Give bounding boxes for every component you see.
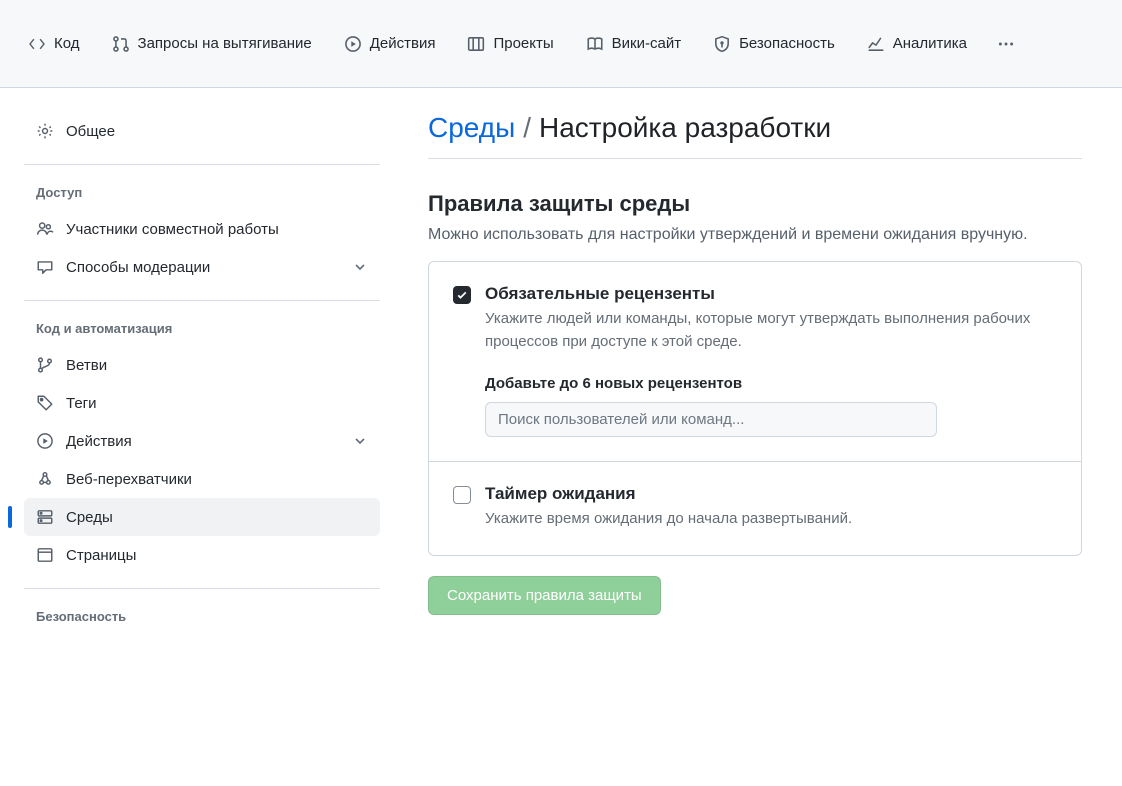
- chevron-down-icon: [352, 259, 368, 275]
- server-icon: [36, 508, 54, 526]
- protection-rules-desc: Можно использовать для настройки утвержд…: [428, 223, 1082, 247]
- sidebar-item-label: Страницы: [66, 547, 136, 564]
- comment-icon: [36, 258, 54, 276]
- tab-wiki-label: Вики-сайт: [612, 35, 681, 52]
- reviewers-search-input[interactable]: [485, 402, 937, 437]
- sidebar-item-label: Способы модерации: [66, 259, 210, 276]
- tab-projects[interactable]: Проекты: [455, 27, 565, 61]
- sidebar-group-code: Код и автоматизация: [24, 313, 380, 346]
- sidebar-item-environments[interactable]: Среды: [24, 498, 380, 536]
- git-pull-request-icon: [112, 35, 130, 53]
- page-heading: Среды / Настройка разработки: [428, 112, 1082, 159]
- wait-timer-checkbox[interactable]: [453, 486, 471, 504]
- breadcrumb-environments[interactable]: Среды: [428, 112, 515, 144]
- wait-timer-title: Таймер ожидания: [485, 484, 1057, 504]
- settings-sidebar: Общее Доступ Участники совместной работы…: [0, 88, 396, 658]
- sidebar-item-general[interactable]: Общее: [24, 112, 380, 150]
- sidebar-item-tags[interactable]: Теги: [24, 384, 380, 422]
- tab-actions[interactable]: Действия: [332, 27, 448, 61]
- breadcrumb-current: Настройка разработки: [539, 112, 831, 144]
- sidebar-group-security: Безопасность: [24, 601, 380, 634]
- required-reviewers-desc: Укажите людей или команды, которые могут…: [485, 308, 1057, 353]
- wait-timer-desc: Укажите время ожидания до начала разверт…: [485, 508, 1057, 531]
- tab-security-label: Безопасность: [739, 35, 835, 52]
- required-reviewers-block: Обязательные рецензенты Укажите людей ил…: [429, 262, 1081, 461]
- project-icon: [467, 35, 485, 53]
- tab-code[interactable]: Код: [16, 27, 92, 61]
- play-circle-icon: [36, 432, 54, 450]
- sidebar-group-access: Доступ: [24, 177, 380, 210]
- webhook-icon: [36, 470, 54, 488]
- protection-panel: Обязательные рецензенты Укажите людей ил…: [428, 261, 1082, 556]
- tab-insights[interactable]: Аналитика: [855, 27, 979, 61]
- shield-icon: [713, 35, 731, 53]
- sidebar-item-branches[interactable]: Ветви: [24, 346, 380, 384]
- play-circle-icon: [344, 35, 362, 53]
- people-icon: [36, 220, 54, 238]
- sidebar-item-webhooks[interactable]: Веб-перехватчики: [24, 460, 380, 498]
- sidebar-item-label: Теги: [66, 395, 97, 412]
- book-icon: [586, 35, 604, 53]
- wait-timer-block: Таймер ожидания Укажите время ожидания д…: [429, 462, 1081, 555]
- tab-insights-label: Аналитика: [893, 35, 967, 52]
- gear-icon: [36, 122, 54, 140]
- tag-icon: [36, 394, 54, 412]
- tab-pull-requests-label: Запросы на вытягивание: [138, 35, 312, 52]
- divider: [24, 164, 380, 165]
- chevron-down-icon: [352, 433, 368, 449]
- tab-projects-label: Проекты: [493, 35, 553, 52]
- tab-code-label: Код: [54, 35, 80, 52]
- protection-rules-title: Правила защиты среды: [428, 191, 1082, 217]
- divider: [24, 300, 380, 301]
- divider: [24, 588, 380, 589]
- required-reviewers-title: Обязательные рецензенты: [485, 284, 1057, 304]
- add-reviewers-label: Добавьте до 6 новых рецензентов: [485, 375, 1057, 392]
- tab-wiki[interactable]: Вики-сайт: [574, 27, 693, 61]
- sidebar-item-moderation[interactable]: Способы модерации: [24, 248, 380, 286]
- sidebar-item-label: Среды: [66, 509, 113, 526]
- graph-icon: [867, 35, 885, 53]
- main-content: Среды / Настройка разработки Правила защ…: [396, 88, 1122, 658]
- kebab-icon: [997, 35, 1015, 53]
- code-icon: [28, 35, 46, 53]
- tab-security[interactable]: Безопасность: [701, 27, 847, 61]
- tab-actions-label: Действия: [370, 35, 436, 52]
- required-reviewers-checkbox[interactable]: [453, 286, 471, 304]
- sidebar-item-collaborators[interactable]: Участники совместной работы: [24, 210, 380, 248]
- tab-more[interactable]: [987, 27, 1025, 61]
- sidebar-item-actions[interactable]: Действия: [24, 422, 380, 460]
- sidebar-item-label: Действия: [66, 433, 132, 450]
- sidebar-item-label: Ветви: [66, 357, 107, 374]
- browser-icon: [36, 546, 54, 564]
- sidebar-item-label: Общее: [66, 123, 115, 140]
- sidebar-item-label: Участники совместной работы: [66, 221, 279, 238]
- save-protection-rules-button[interactable]: Сохранить правила защиты: [428, 576, 661, 615]
- tab-pull-requests[interactable]: Запросы на вытягивание: [100, 27, 324, 61]
- sidebar-item-label: Веб-перехватчики: [66, 471, 192, 488]
- git-branch-icon: [36, 356, 54, 374]
- sidebar-item-pages[interactable]: Страницы: [24, 536, 380, 574]
- repo-tab-nav: Код Запросы на вытягивание Действия Прое…: [0, 0, 1122, 88]
- breadcrumb-sep: /: [523, 112, 531, 144]
